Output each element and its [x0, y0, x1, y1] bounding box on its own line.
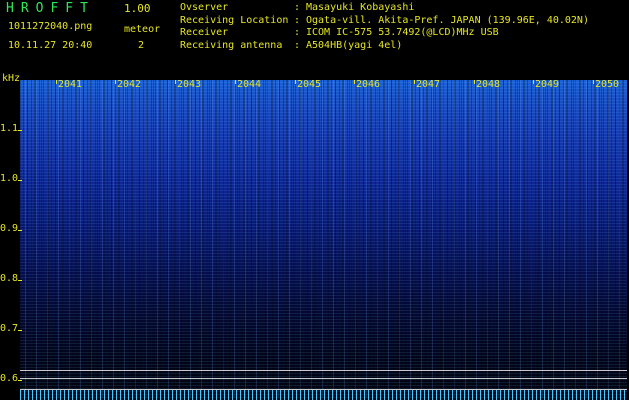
minute-tick-label: 2048 — [475, 79, 501, 90]
signal-baseline — [20, 390, 627, 400]
freq-tick-label: 0.6 — [0, 373, 19, 384]
spectrogram — [20, 80, 627, 398]
freq-tick-mark — [18, 180, 22, 181]
minute-tick-mark — [533, 80, 534, 84]
minute-tick-mark — [414, 80, 415, 84]
filename-label: 1011272040.png — [8, 21, 93, 32]
minute-tick-mark — [354, 80, 355, 84]
minute-tick-label: 2043 — [176, 79, 202, 90]
reference-line — [20, 378, 627, 379]
freq-tick-mark — [18, 230, 22, 231]
freq-tick-label: 0.7 — [0, 323, 19, 334]
freq-tick-label: 1.0 — [0, 173, 19, 184]
detection-count: 2 — [138, 40, 145, 51]
minute-tick-label: 2041 — [57, 79, 83, 90]
minute-tick-label: 2042 — [116, 79, 142, 90]
minute-tick-label: 2050 — [594, 79, 620, 90]
minute-tick-mark — [175, 80, 176, 84]
info-row-receiver: Receiver: ICOM IC-575 53.7492(@LCD)MHz US… — [180, 27, 589, 40]
mode-label: meteor — [124, 24, 161, 35]
freq-unit-label: kHz — [2, 73, 21, 84]
info-row-observer: Ovserver: Masayuki Kobayashi — [180, 2, 589, 15]
freq-tick-label: 0.9 — [0, 223, 19, 234]
minute-tick-mark — [56, 80, 57, 84]
minute-tick-mark — [235, 80, 236, 84]
info-separator: : — [294, 2, 301, 13]
minute-tick-label: 2047 — [415, 79, 441, 90]
info-row-antenna: Receiving antenna: A504HB(yagi 4el) — [180, 40, 589, 53]
freq-tick-mark — [18, 280, 22, 281]
station-info: Ovserver: Masayuki Kobayashi Receiving Lo… — [180, 2, 589, 52]
minute-tick-mark — [593, 80, 594, 84]
info-label: Ovserver — [180, 2, 229, 13]
info-separator: : — [294, 14, 301, 26]
info-label: Receiving Location — [180, 14, 289, 26]
freq-tick-mark — [18, 330, 22, 331]
freq-tick-label: 0.8 — [0, 273, 19, 284]
minute-tick-mark — [115, 80, 116, 84]
info-label: Receiving antenna — [180, 39, 283, 51]
minute-tick-mark — [295, 80, 296, 84]
info-label: Receiver — [180, 27, 229, 39]
version-label: 1.00 — [124, 2, 151, 15]
reference-line — [20, 370, 627, 371]
info-value: A504HB(yagi 4el) — [306, 39, 403, 51]
info-separator: : — [294, 27, 301, 39]
app-title: HROFFT — [6, 1, 95, 16]
info-value: Masayuki Kobayashi — [306, 2, 415, 13]
minute-tick-label: 2049 — [534, 79, 560, 90]
spectrogram-noise — [20, 80, 627, 398]
minute-tick-label: 2046 — [355, 79, 381, 90]
freq-tick-mark — [18, 130, 22, 131]
minute-tick-mark — [474, 80, 475, 84]
freq-tick-mark — [18, 380, 22, 381]
info-value: Ogata-vill. Akita-Pref. JAPAN (139.96E, … — [306, 14, 589, 26]
minute-tick-label: 2044 — [236, 79, 262, 90]
info-value: ICOM IC-575 53.7492(@LCD)MHz USB — [306, 27, 499, 39]
info-row-location: Receiving Location: Ogata-vill. Akita-Pre… — [180, 15, 589, 28]
freq-tick-label: 1.1 — [0, 123, 19, 134]
info-separator: : — [294, 39, 301, 51]
minute-tick-label: 2045 — [296, 79, 322, 90]
datetime-label: 10.11.27 20:40 — [8, 40, 93, 51]
